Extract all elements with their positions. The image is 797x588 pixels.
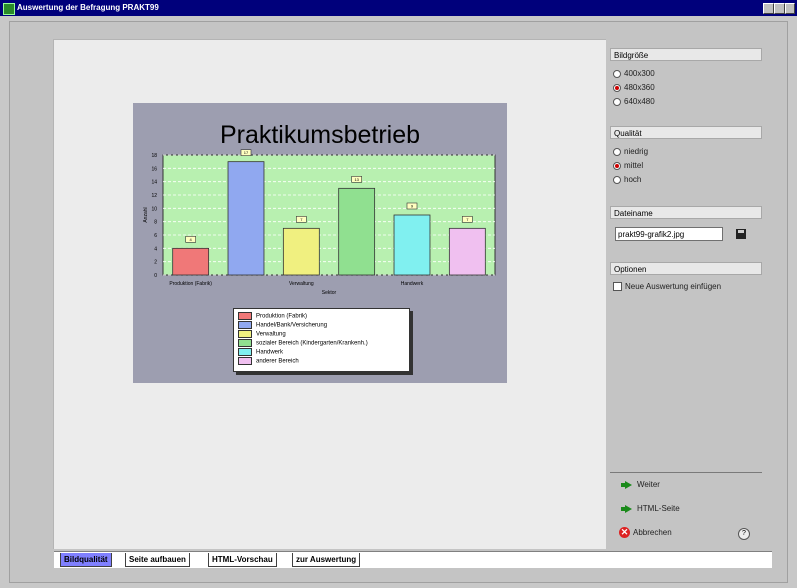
save-icon[interactable] bbox=[736, 229, 746, 239]
y-tick-label: 6 bbox=[154, 233, 157, 239]
plot-area bbox=[162, 154, 496, 276]
legend-label: Produktion (Fabrik) bbox=[256, 313, 308, 320]
chart-legend: Produktion (Fabrik) Handel/Bank/Versiche… bbox=[233, 308, 410, 372]
radio-icon bbox=[613, 69, 621, 78]
legend-item: anderer Bereich bbox=[238, 357, 299, 366]
legend-swatch bbox=[238, 330, 252, 338]
filename-input[interactable]: prakt99-grafik2.jpg bbox=[615, 227, 723, 241]
quality-section-header: Qualität bbox=[610, 126, 762, 139]
tab-build-page[interactable]: Seite aufbauen bbox=[125, 553, 190, 567]
y-tick-label: 12 bbox=[151, 193, 157, 199]
tab-html-preview[interactable]: HTML-Vorschau bbox=[208, 553, 277, 567]
cancel-icon: ✕ bbox=[619, 527, 630, 539]
y-tick-label: 4 bbox=[154, 246, 157, 252]
radio-selected-icon bbox=[613, 161, 621, 170]
cancel-button[interactable]: ✕ Abbrechen bbox=[619, 526, 672, 540]
arrow-right-icon bbox=[621, 480, 632, 489]
legend-label: Verwaltung bbox=[256, 331, 286, 338]
double-arrow-icon bbox=[621, 504, 632, 513]
legend-swatch bbox=[238, 312, 252, 320]
data-label: 17 bbox=[244, 150, 249, 155]
legend-swatch bbox=[238, 357, 252, 365]
y-tick-label: 0 bbox=[154, 273, 157, 279]
x-tick-label: Verwaltung bbox=[289, 281, 314, 287]
x-axis-label: Sektor bbox=[322, 290, 337, 296]
app-icon bbox=[3, 3, 15, 15]
y-tick-label: 10 bbox=[151, 206, 157, 212]
bar bbox=[172, 247, 210, 276]
size-option-400x300[interactable]: 400x300 bbox=[613, 68, 655, 80]
y-axis-label: Anzahl bbox=[143, 207, 149, 222]
bar bbox=[338, 187, 376, 276]
legend-label: Handwerk bbox=[256, 349, 284, 356]
bar bbox=[393, 214, 431, 276]
quality-option-medium[interactable]: mittel bbox=[613, 160, 643, 172]
size-section-header: Bildgröße bbox=[610, 48, 762, 61]
bar bbox=[448, 227, 486, 276]
legend-label: anderer Bereich bbox=[256, 358, 299, 365]
html-page-button[interactable]: HTML-Seite bbox=[619, 502, 680, 516]
tab-to-evaluation[interactable]: zur Auswertung bbox=[292, 553, 361, 567]
legend-swatch bbox=[238, 348, 252, 356]
radio-selected-icon bbox=[613, 83, 621, 92]
divider bbox=[610, 472, 762, 473]
bar bbox=[282, 227, 320, 276]
close-button[interactable] bbox=[785, 3, 795, 14]
y-tick-label: 18 bbox=[151, 153, 157, 159]
legend-item: Handel/Bank/Versicherung bbox=[238, 321, 327, 330]
quality-option-low[interactable]: niedrig bbox=[613, 146, 648, 158]
help-icon[interactable]: ? bbox=[738, 528, 750, 540]
filename-section-header: Dateiname bbox=[610, 206, 762, 219]
y-tick-label: 2 bbox=[154, 260, 157, 266]
y-tick-label: 16 bbox=[151, 166, 157, 172]
chart-image: Praktikumsbetrieb 0 2 4 6 8 10 12 14 16 18 Anzahl 4… bbox=[133, 103, 507, 383]
legend-label: sozialer Bereich (Kindergarten/Krankenh.… bbox=[256, 340, 368, 347]
y-tick-label: 8 bbox=[154, 220, 157, 226]
bar bbox=[227, 161, 265, 276]
size-option-640x480[interactable]: 640x480 bbox=[613, 96, 655, 108]
legend-item: sozialer Bereich (Kindergarten/Krankenh.… bbox=[238, 339, 368, 348]
radio-icon bbox=[613, 97, 621, 106]
checkbox-icon bbox=[613, 282, 622, 292]
window-title: Auswertung der Befragung PRAKT99 bbox=[17, 3, 159, 12]
title-bar: Auswertung der Befragung PRAKT99 bbox=[0, 0, 797, 16]
tab-bar: Bildqualität Seite aufbauen HTML-Vorscha… bbox=[54, 551, 772, 568]
options-section-header: Optionen bbox=[610, 262, 762, 275]
legend-item: Produktion (Fabrik) bbox=[238, 312, 307, 321]
minimize-button[interactable] bbox=[763, 3, 774, 14]
options-panel: Bildgröße 400x300 480x360 640x480 Qualit… bbox=[607, 42, 767, 548]
tab-image-quality[interactable]: Bildqualität bbox=[60, 553, 112, 567]
legend-item: Handwerk bbox=[238, 348, 283, 357]
legend-swatch bbox=[238, 321, 252, 329]
y-tick-label: 14 bbox=[151, 180, 157, 186]
next-button[interactable]: Weiter bbox=[619, 478, 660, 492]
x-tick-label: Handwerk bbox=[401, 281, 424, 287]
new-evaluation-checkbox[interactable]: Neue Auswertung einfügen bbox=[613, 281, 721, 293]
size-option-480x360[interactable]: 480x360 bbox=[613, 82, 655, 94]
legend-label: Handel/Bank/Versicherung bbox=[256, 322, 328, 329]
legend-item: Verwaltung bbox=[238, 330, 286, 339]
radio-icon bbox=[613, 175, 621, 184]
data-label: 13 bbox=[354, 177, 359, 182]
radio-icon bbox=[613, 147, 621, 156]
quality-option-high[interactable]: hoch bbox=[613, 174, 641, 186]
x-tick-label: Produktion (Fabrik) bbox=[169, 281, 212, 287]
legend-swatch bbox=[238, 339, 252, 347]
maximize-button[interactable] bbox=[774, 3, 785, 14]
